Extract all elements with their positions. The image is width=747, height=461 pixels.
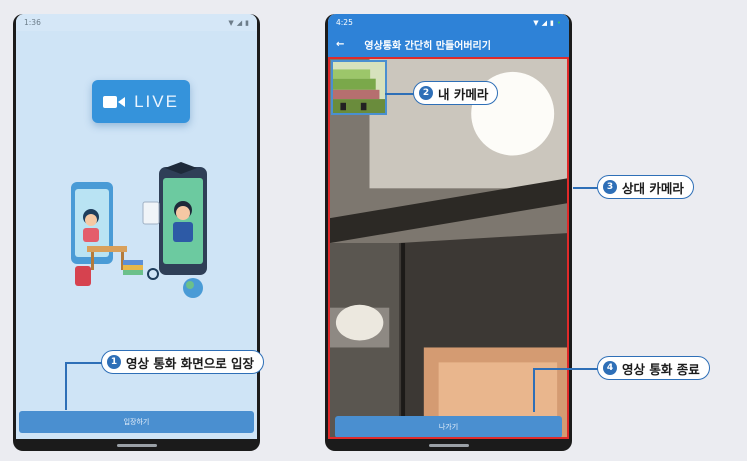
callout-end-call: 4 영상 통화 종료 [597,356,710,380]
live-logo: LIVE [92,80,190,123]
callout-remote-camera: 3 상대 카메라 [597,175,694,199]
callout-1-leader-h [65,362,103,364]
status-time: 4:25 [336,18,353,27]
callout-label: 영상 통화 화면으로 입장 [126,355,255,371]
callout-4-leader-h [533,368,599,370]
entry-screen: 1:36 ▼ ◢ ▮ LIVE 입장하기 [16,14,257,439]
wifi-icon: ▼ [533,18,539,27]
app-bar: ← 영상통화 간단히 만들어버리기 [328,31,569,57]
enter-button[interactable]: 입장하기 [19,411,254,433]
phone-call-screen: 4:25 ▼ ◢ ▮ • ← 영상통화 간단히 만들어버리기 나가기 [325,14,572,451]
home-indicator[interactable] [428,444,469,447]
callout-number: 1 [107,355,121,369]
back-arrow-icon[interactable]: ← [336,39,344,50]
battery-icon: ▮ [550,18,554,27]
status-icons: ▼ ◢ ▮ [228,19,249,27]
callout-2-leader [385,93,415,95]
notification-dot-icon: • [556,18,561,27]
stage: 1:36 ▼ ◢ ▮ LIVE 입장하기 4:25 ▼ ◢ ▮ • ← 영상통화… [0,0,747,461]
callout-label: 영상 통화 종료 [622,361,700,377]
callout-label: 상대 카메라 [622,180,684,196]
callout-enter: 1 영상 통화 화면으로 입장 [101,350,265,374]
signal-icon: ◢ [541,18,547,27]
my-camera-view [331,60,387,115]
status-bar: 4:25 ▼ ◢ ▮ • [328,14,569,31]
live-label: LIVE [134,91,179,111]
status-bar: 1:36 ▼ ◢ ▮ [16,14,257,31]
home-indicator[interactable] [116,444,157,447]
signal-icon: ◢ [236,18,243,27]
leave-button[interactable]: 나가기 [335,416,562,437]
battery-icon: ▮ [245,18,249,27]
app-title: 영상통화 간단히 만들어버리기 [364,40,491,52]
status-icons: ▼ ◢ ▮ • [533,19,561,27]
callout-number: 3 [603,180,617,194]
callout-number: 2 [419,86,433,100]
video-call-illustration [71,162,207,298]
my-camera-feed [333,62,385,113]
remote-camera-feed [330,59,567,437]
callout-4-leader [533,368,535,412]
callout-my-camera: 2 내 카메라 [413,81,499,105]
callout-3-leader [573,187,599,189]
callout-1-leader [65,362,67,410]
wifi-icon: ▼ [228,18,234,27]
status-time: 1:36 [24,18,41,27]
callout-label: 내 카메라 [438,86,489,102]
phone-entry-screen: 1:36 ▼ ◢ ▮ LIVE 입장하기 [13,14,260,451]
video-camera-icon [103,95,126,108]
callout-number: 4 [603,361,617,375]
